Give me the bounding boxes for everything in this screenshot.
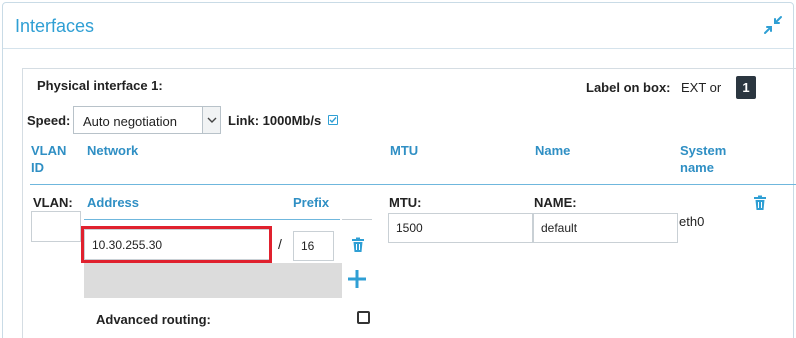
mtu-input[interactable]: 1500 [388,213,533,243]
vlan-input[interactable] [31,211,81,242]
name-input[interactable]: default [533,213,678,243]
checkbox-checked-icon [328,115,338,125]
speed-label: Speed: [27,113,71,128]
prefix-input[interactable]: 16 [293,231,334,261]
prefix-label: Prefix [293,195,330,210]
col-mtu: MTU [390,143,419,158]
network-subheader-divider [84,219,340,220]
speed-select[interactable]: Auto negotiation [73,106,221,134]
header-divider [30,184,796,185]
trash-icon[interactable] [351,237,365,253]
name-label: NAME: [534,195,577,210]
col-vlan-id-line2: ID [31,160,44,175]
col-vlan-id-line1: VLAN [31,143,67,158]
advanced-routing-checkbox[interactable] [357,311,370,324]
speed-select-value: Auto negotiation [83,114,177,129]
system-name-value: eth0 [679,214,705,229]
link-label: Link: 1000Mb/s [228,113,322,128]
prefix-slash: / [278,236,282,252]
address-highlight [81,226,272,263]
advanced-routing-label: Advanced routing: [96,312,211,327]
panel-title: Interfaces [15,16,95,36]
col-network: Network [87,143,139,158]
label-on-box-badge: 1 [736,76,756,99]
address-label: Address [87,195,140,210]
chevron-down-icon [202,107,220,133]
label-on-box-value: EXT or [681,80,722,95]
trash-icon[interactable] [753,195,767,211]
col-system-name-line2: name [680,160,714,175]
physical-interface-title: Physical interface 1: [37,78,163,93]
panel-header: Interfaces [3,3,793,49]
plus-icon[interactable] [346,268,368,290]
network-subheader-divider-right [342,219,372,220]
new-address-placeholder [84,263,342,298]
col-system-name-line1: System [680,143,727,158]
col-name: Name [535,143,571,158]
vlan-label: VLAN: [33,195,73,210]
collapse-arrows-icon[interactable] [763,15,783,35]
mtu-label: MTU: [389,195,422,210]
label-on-box-label: Label on box: [586,80,671,95]
